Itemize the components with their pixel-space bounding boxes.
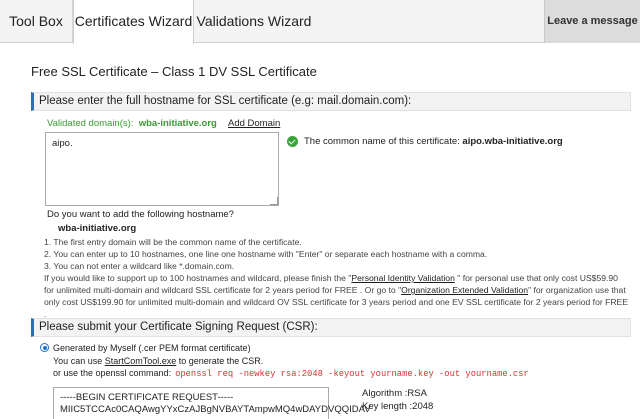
hostname-notes: 1. The first entry domain will be the co… [44, 236, 629, 320]
csr-line-2: MIIC5TCCAc0CAQAwgYYxCzAJBgNVBAYTAmpwMQ4w… [60, 404, 371, 415]
note-4-text-a: If you would like to support up to 100 h… [44, 273, 352, 283]
algorithm-value: Algorithm :RSA [362, 388, 427, 399]
csr-section-heading: Please submit your Certificate Signing R… [31, 318, 631, 337]
page-title: Free SSL Certificate – Class 1 DV SSL Ce… [31, 64, 317, 79]
note-2: 2. You can enter up to 10 hostnames, one… [44, 249, 488, 259]
organization-extended-validation-link[interactable]: Organization Extended Validation [401, 285, 528, 295]
generated-by-myself-radio[interactable] [40, 343, 49, 352]
csr-line-1: -----BEGIN CERTIFICATE REQUEST----- [60, 392, 234, 403]
note-3: 3. You can not enter a wildcard like *.d… [44, 261, 235, 271]
check-icon [287, 136, 298, 147]
tab-tool-box[interactable]: Tool Box [0, 0, 73, 43]
openssl-command: openssl req -newkey rsa:2048 -keyout you… [175, 369, 529, 379]
add-hostname-question: Do you want to add the following hostnam… [47, 209, 234, 220]
csr-input[interactable]: -----BEGIN CERTIFICATE REQUEST----- MIIC… [53, 387, 371, 419]
common-name-value: aipo.wba-initiative.org [462, 136, 563, 147]
key-length-value: Key length :2048 [362, 401, 434, 412]
startcomtool-link[interactable]: StartComTool.exe [105, 356, 177, 366]
resize-grip-icon[interactable] [270, 197, 278, 205]
common-name: The common name of this certificate: aip… [304, 136, 563, 147]
generated-by-myself-label[interactable]: Generated by Myself (.cer PEM format cer… [53, 343, 251, 353]
add-domain-link[interactable]: Add Domain [228, 118, 280, 129]
hostname-section-heading: Please enter the full hostname for SSL c… [31, 92, 631, 111]
use-tool-line: You can use StartComTool.exe to generate… [53, 356, 263, 366]
openssl-line: or use the openssl command: openssl req -… [53, 368, 529, 379]
use-tool-text-a: You can use [53, 356, 105, 366]
hostname-input[interactable]: aipo. [45, 132, 279, 206]
tab-validations-wizard[interactable]: Validations Wizard [194, 0, 314, 43]
validated-domain: wba-initiative.org [138, 118, 217, 129]
note-4: If you would like to support up to 100 h… [44, 272, 629, 320]
validated-label: Validated domain(s): [47, 118, 134, 129]
personal-identity-validation-link[interactable]: Personal Identity Validation [351, 273, 455, 283]
openssl-label: or use the openssl command: [53, 368, 172, 378]
note-1: 1. The first entry domain will be the co… [44, 237, 302, 247]
use-tool-text-b: to generate the CSR. [176, 356, 264, 366]
tab-certificates-wizard[interactable]: Certificates Wizard [73, 0, 194, 44]
validated-domains: Validated domain(s): wba-initiative.org [47, 118, 217, 129]
leave-message-button[interactable]: Leave a message [544, 0, 640, 43]
tab-bar: Tool Box Certificates Wizard Validations… [0, 0, 640, 44]
common-name-label: The common name of this certificate: [304, 136, 460, 147]
add-hostname-suggestion[interactable]: wba-initiative.org [58, 223, 136, 234]
